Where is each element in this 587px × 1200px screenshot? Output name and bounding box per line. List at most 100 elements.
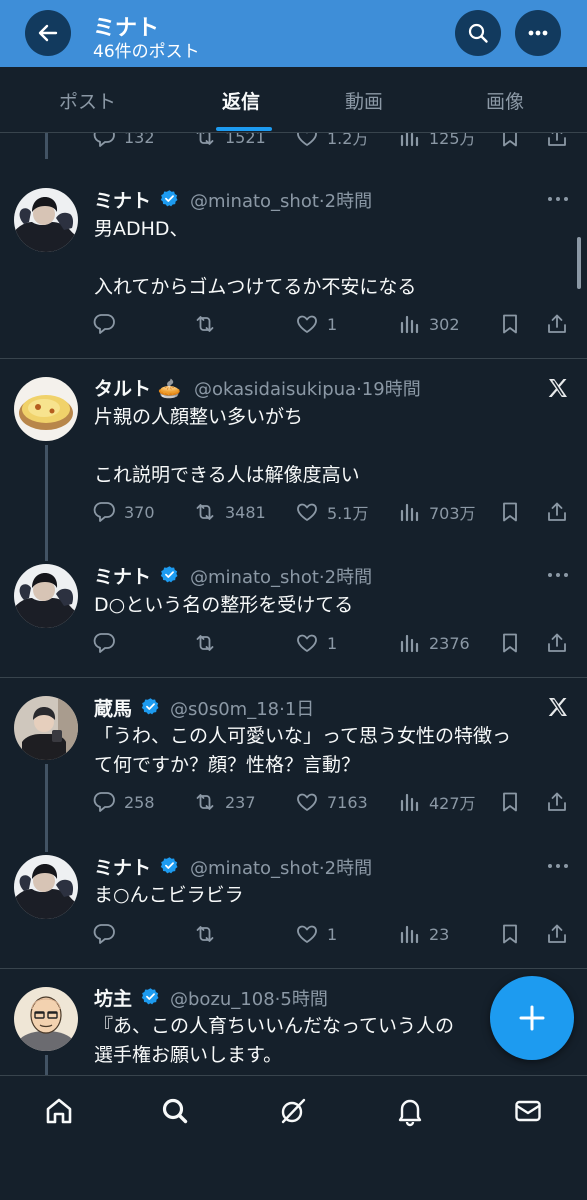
avatar-image bbox=[14, 188, 78, 252]
reply-button[interactable]: 258 bbox=[92, 790, 155, 814]
avatar-image bbox=[14, 696, 78, 760]
author-handle[interactable]: @okasidaisukipua·19時間 bbox=[194, 375, 421, 401]
verified-badge-icon bbox=[160, 189, 179, 208]
reply-button[interactable] bbox=[92, 312, 124, 336]
like-button[interactable]: 1 bbox=[295, 312, 337, 336]
author-name[interactable]: ミナト bbox=[94, 562, 151, 589]
author-name[interactable]: タルト 🥧 bbox=[94, 374, 181, 401]
post-menu-icon[interactable] bbox=[546, 570, 570, 580]
repost-button[interactable] bbox=[193, 631, 225, 655]
author-name[interactable]: ミナト bbox=[94, 186, 151, 213]
views-button[interactable]: 427万 bbox=[397, 790, 476, 814]
reply-icon bbox=[92, 133, 116, 149]
like-button[interactable]: 5.1万 bbox=[295, 500, 368, 524]
author-name[interactable]: 坊主 bbox=[94, 984, 132, 1011]
like-button[interactable]: 1.2万 bbox=[295, 133, 368, 149]
bookmark-button[interactable] bbox=[498, 790, 522, 814]
avatar[interactable] bbox=[14, 377, 78, 441]
share-button[interactable] bbox=[545, 312, 569, 336]
repost-button[interactable]: 3481 bbox=[193, 500, 266, 524]
repost-icon bbox=[193, 922, 217, 946]
author-handle[interactable]: @s0s0m_18·1日 bbox=[170, 695, 314, 721]
view-count: 302 bbox=[429, 314, 460, 334]
author-name[interactable]: 蔵馬 bbox=[94, 694, 132, 721]
avatar-image bbox=[14, 987, 78, 1051]
repost-button[interactable] bbox=[193, 922, 225, 946]
tab-posts[interactable]: ポスト bbox=[59, 87, 116, 114]
views-button[interactable]: 23 bbox=[397, 922, 449, 946]
author-handle[interactable]: @minato_shot·2時間 bbox=[190, 563, 372, 589]
share-button[interactable] bbox=[545, 631, 569, 655]
notifications-icon[interactable] bbox=[394, 1095, 426, 1127]
bookmark-button[interactable] bbox=[498, 922, 522, 946]
post-text: D○という名の整形を受けてる bbox=[94, 594, 354, 616]
author-name-text: タルト bbox=[94, 378, 152, 400]
compose-button[interactable] bbox=[490, 976, 574, 1060]
like-button[interactable]: 7163 bbox=[295, 790, 368, 814]
views-button[interactable]: 302 bbox=[397, 312, 460, 336]
views-button[interactable]: 2376 bbox=[397, 631, 470, 655]
post-time: 1日 bbox=[284, 699, 315, 720]
more-button[interactable] bbox=[515, 10, 561, 56]
grok-icon[interactable] bbox=[277, 1095, 309, 1127]
avatar[interactable] bbox=[14, 188, 78, 252]
tab-replies[interactable]: 返信 bbox=[222, 87, 260, 114]
scrollbar[interactable] bbox=[577, 237, 581, 289]
tab-images[interactable]: 画像 bbox=[486, 87, 524, 114]
avatar-image bbox=[14, 855, 78, 919]
bookmark-button[interactable] bbox=[498, 133, 522, 149]
post-time: 19時間 bbox=[361, 379, 421, 400]
reply-button[interactable]: 370 bbox=[92, 500, 155, 524]
post-text: 男ADHD、 入れてからゴムつけてるか不安になる bbox=[94, 218, 417, 298]
avatar[interactable] bbox=[14, 987, 78, 1051]
repost-icon bbox=[193, 133, 217, 149]
like-count: 1 bbox=[327, 314, 338, 334]
bookmark-button[interactable] bbox=[498, 312, 522, 336]
share-button[interactable] bbox=[545, 922, 569, 946]
views-icon bbox=[397, 922, 421, 946]
reply-button[interactable] bbox=[92, 631, 124, 655]
author-handle[interactable]: @minato_shot·2時間 bbox=[190, 854, 372, 880]
back-button[interactable] bbox=[25, 10, 71, 56]
like-count: 1 bbox=[327, 633, 338, 653]
bottom-nav bbox=[0, 1075, 587, 1200]
feed[interactable]: 132 1521 1.2万 125万 ミナト @minato_shot·2時間 … bbox=[0, 133, 587, 1075]
action-bar: 1 302 bbox=[92, 312, 572, 340]
post-text: 「うわ、この人可愛いな」って思う女性の特徴っ て何ですか？顔？性格？言動？ bbox=[94, 725, 512, 776]
bookmark-button[interactable] bbox=[498, 631, 522, 655]
share-icon bbox=[545, 133, 569, 149]
messages-icon[interactable] bbox=[512, 1095, 544, 1127]
avatar-image bbox=[14, 377, 78, 441]
reply-count: 132 bbox=[124, 133, 155, 147]
author-handle[interactable]: @bozu_108·5時間 bbox=[170, 985, 328, 1011]
share-button[interactable] bbox=[545, 500, 569, 524]
reply-button[interactable]: 132 bbox=[92, 133, 155, 149]
avatar[interactable] bbox=[14, 696, 78, 760]
verified-badge-icon bbox=[141, 697, 160, 716]
author-name[interactable]: ミナト bbox=[94, 853, 151, 880]
like-button[interactable]: 1 bbox=[295, 631, 337, 655]
views-button[interactable]: 703万 bbox=[397, 500, 476, 524]
tab-videos[interactable]: 動画 bbox=[345, 87, 383, 114]
repost-button[interactable]: 1521 bbox=[193, 133, 266, 149]
repost-button[interactable]: 237 bbox=[193, 790, 256, 814]
share-button[interactable] bbox=[545, 133, 569, 149]
search-button[interactable] bbox=[455, 10, 501, 56]
action-bar: 258 237 7163 427万 bbox=[92, 790, 572, 818]
bookmark-icon bbox=[498, 133, 522, 149]
avatar[interactable] bbox=[14, 564, 78, 628]
reply-button[interactable] bbox=[92, 922, 124, 946]
post-divider bbox=[0, 358, 587, 359]
share-icon bbox=[545, 922, 569, 946]
like-button[interactable]: 1 bbox=[295, 922, 337, 946]
repost-button[interactable] bbox=[193, 312, 225, 336]
post-menu-icon[interactable] bbox=[546, 861, 570, 871]
views-button[interactable]: 125万 bbox=[397, 133, 476, 149]
avatar[interactable] bbox=[14, 855, 78, 919]
post-menu-icon[interactable] bbox=[546, 194, 570, 204]
bookmark-button[interactable] bbox=[498, 500, 522, 524]
author-handle[interactable]: @minato_shot·2時間 bbox=[190, 187, 372, 213]
home-icon[interactable] bbox=[43, 1095, 75, 1127]
share-button[interactable] bbox=[545, 790, 569, 814]
explore-icon[interactable] bbox=[159, 1095, 191, 1127]
